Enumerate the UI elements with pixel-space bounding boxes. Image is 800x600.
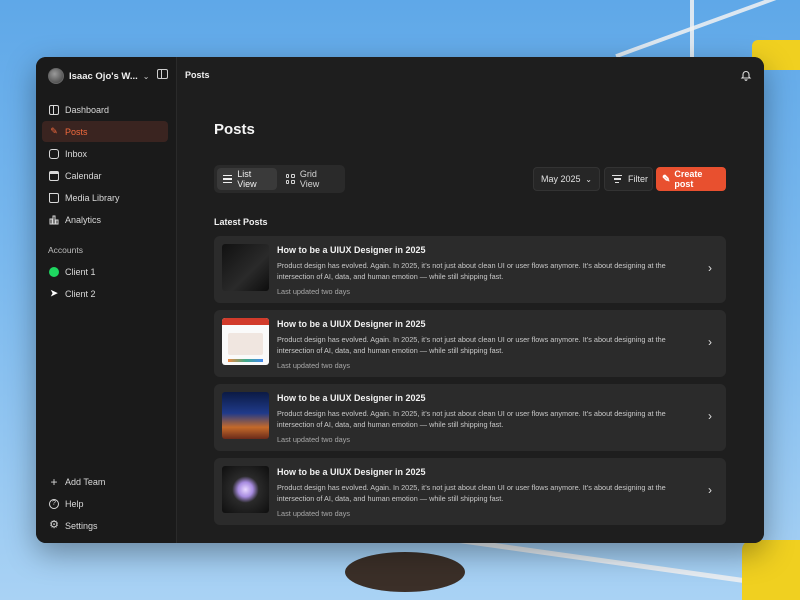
bell-icon[interactable] <box>740 68 752 81</box>
post-thumbnail <box>222 466 269 513</box>
account-item-client-1[interactable]: Client 1 <box>42 261 168 282</box>
account-item-client-2[interactable]: ➤ Client 2 <box>42 283 168 304</box>
plus-icon: + <box>50 474 58 489</box>
account-item-label: Client 2 <box>65 288 96 299</box>
chevron-right-icon[interactable]: › <box>708 483 712 497</box>
sidebar-item-label: Add Team <box>65 476 106 487</box>
sidebar: Isaac Ojo's W... ⌄ Dashboard ✎ Posts Inb… <box>36 57 177 543</box>
main-content: Posts Posts List View Grid View May 2025… <box>177 57 764 543</box>
post-updated: Last updated two days <box>277 509 351 518</box>
edit-icon: ✎ <box>662 173 671 185</box>
post-list: How to be a UIUX Designer in 2025 Produc… <box>214 236 726 532</box>
grid-view-label: Grid View <box>299 169 320 189</box>
wheel-hub <box>345 552 465 592</box>
sidebar-item-label: Help <box>65 498 84 509</box>
breadcrumb: Posts <box>185 70 210 80</box>
folder-icon <box>49 192 59 203</box>
sidebar-item-label: Dashboard <box>65 104 110 115</box>
create-post-label: Create post <box>674 169 703 189</box>
dashboard-icon <box>49 104 59 115</box>
post-description: Product design has evolved. Again. In 20… <box>277 483 666 503</box>
post-card[interactable]: How to be a UIUX Designer in 2025 Produc… <box>214 310 726 377</box>
list-view-button[interactable]: List View <box>217 168 277 190</box>
post-thumbnail <box>222 392 269 439</box>
workspace-name: Isaac Ojo's W... <box>69 70 138 82</box>
filter-icon <box>612 175 622 183</box>
settings-button[interactable]: ⚙ Settings <box>42 515 168 536</box>
filter-button[interactable]: Filter <box>604 167 653 191</box>
post-description: Product design has evolved. Again. In 20… <box>277 409 666 429</box>
app-window: Isaac Ojo's W... ⌄ Dashboard ✎ Posts Inb… <box>36 57 764 543</box>
sidebar-item-inbox[interactable]: Inbox <box>42 143 168 164</box>
month-select-value: May 2025 <box>541 174 581 184</box>
avatar <box>48 68 64 84</box>
gear-icon: ⚙ <box>49 519 59 531</box>
list-icon <box>223 175 233 183</box>
create-post-button[interactable]: ✎ Create post <box>656 167 726 191</box>
edit-icon: ✎ <box>50 126 58 136</box>
month-select[interactable]: May 2025 ⌄ <box>533 167 600 191</box>
post-description: Product design has evolved. Again. In 20… <box>277 335 666 355</box>
post-thumbnail <box>222 244 269 291</box>
page-title: Posts <box>214 121 255 138</box>
view-toggle: List View Grid View <box>214 165 345 193</box>
post-title: How to be a UIUX Designer in 2025 <box>277 393 426 403</box>
bar-chart-icon <box>49 215 59 225</box>
sidebar-item-label: Media Library <box>65 192 120 203</box>
post-title: How to be a UIUX Designer in 2025 <box>277 319 426 329</box>
sidebar-item-dashboard[interactable]: Dashboard <box>42 99 168 120</box>
sidebar-item-label: Inbox <box>65 148 88 159</box>
puma-icon: ➤ <box>50 288 58 298</box>
post-description: Product design has evolved. Again. In 20… <box>277 261 666 281</box>
post-updated: Last updated two days <box>277 287 351 296</box>
accounts-heading: Accounts <box>48 245 83 255</box>
post-updated: Last updated two days <box>277 435 351 444</box>
chevron-right-icon[interactable]: › <box>708 335 712 349</box>
inbox-icon <box>49 148 59 159</box>
grid-icon <box>285 174 295 184</box>
add-team-button[interactable]: + Add Team <box>42 471 168 492</box>
sidebar-item-posts[interactable]: ✎ Posts <box>42 121 168 142</box>
sidebar-nav: Dashboard ✎ Posts Inbox Calendar Media L… <box>42 99 168 231</box>
calendar-icon <box>49 170 59 181</box>
post-title: How to be a UIUX Designer in 2025 <box>277 245 426 255</box>
sidebar-item-calendar[interactable]: Calendar <box>42 165 168 186</box>
sidebar-item-label: Calendar <box>65 170 102 181</box>
filter-label: Filter <box>628 174 648 184</box>
sidebar-item-media-library[interactable]: Media Library <box>42 187 168 208</box>
post-card[interactable]: How to be a UIUX Designer in 2025 Produc… <box>214 458 726 525</box>
help-icon: ? <box>49 498 59 509</box>
post-card[interactable]: How to be a UIUX Designer in 2025 Produc… <box>214 384 726 451</box>
list-view-label: List View <box>237 169 257 189</box>
accounts-list: Client 1 ➤ Client 2 <box>42 261 168 305</box>
post-card[interactable]: How to be a UIUX Designer in 2025 Produc… <box>214 236 726 303</box>
post-thumbnail <box>222 318 269 365</box>
workspace-switcher[interactable]: Isaac Ojo's W... ⌄ <box>48 67 150 85</box>
chevron-down-icon: ⌄ <box>142 71 150 81</box>
post-title: How to be a UIUX Designer in 2025 <box>277 467 426 477</box>
spotify-icon <box>49 266 59 277</box>
help-button[interactable]: ? Help <box>42 493 168 514</box>
latest-posts-heading: Latest Posts <box>214 217 268 227</box>
grid-view-button[interactable]: Grid View <box>280 168 342 190</box>
chevron-right-icon[interactable]: › <box>708 261 712 275</box>
account-item-label: Client 1 <box>65 266 96 277</box>
sidebar-item-label: Posts <box>65 126 88 137</box>
chevron-down-icon: ⌄ <box>585 174 592 184</box>
sidebar-item-analytics[interactable]: Analytics <box>42 209 168 230</box>
post-updated: Last updated two days <box>277 361 351 370</box>
sidebar-bottom: + Add Team ? Help ⚙ Settings <box>42 471 168 537</box>
chevron-right-icon[interactable]: › <box>708 409 712 423</box>
sidebar-toggle-icon[interactable] <box>157 69 168 79</box>
sidebar-item-label: Analytics <box>65 214 102 225</box>
sidebar-item-label: Settings <box>65 520 98 531</box>
